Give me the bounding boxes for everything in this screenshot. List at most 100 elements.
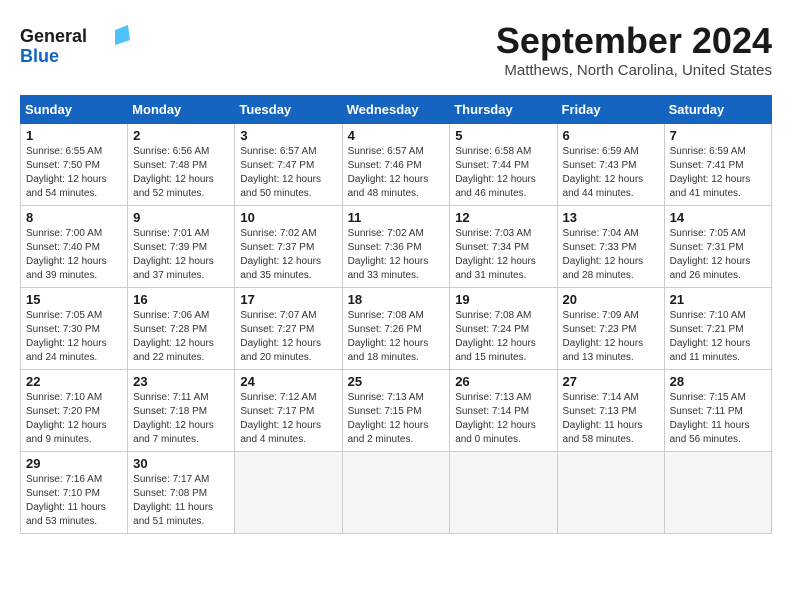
day-number: 4 xyxy=(348,128,445,143)
calendar-cell: 23 Sunrise: 7:11 AMSunset: 7:18 PMDayligh… xyxy=(128,370,235,452)
calendar-cell: 8 Sunrise: 7:00 AMSunset: 7:40 PMDaylight… xyxy=(21,206,128,288)
calendar-table: SundayMondayTuesdayWednesdayThursdayFrid… xyxy=(20,95,772,534)
calendar-cell: 27 Sunrise: 7:14 AMSunset: 7:13 PMDayligh… xyxy=(557,370,664,452)
day-number: 17 xyxy=(240,292,336,307)
day-detail: Sunrise: 7:10 AMSunset: 7:20 PMDaylight:… xyxy=(26,391,122,447)
calendar-cell: 30Sunrise: 7:17 AMSunset: 7:08 PMDayligh… xyxy=(128,452,235,534)
calendar-cell: 18 Sunrise: 7:08 AMSunset: 7:26 PMDayligh… xyxy=(342,288,450,370)
day-number: 2 xyxy=(133,128,229,143)
day-detail: Sunrise: 7:04 AMSunset: 7:33 PMDaylight:… xyxy=(563,227,659,283)
calendar-cell: 9Sunrise: 7:01 AMSunset: 7:39 PMDaylight… xyxy=(128,206,235,288)
day-number: 6 xyxy=(563,128,659,143)
day-detail: Sunrise: 6:59 AMSunset: 7:41 PMDaylight:… xyxy=(670,145,766,201)
calendar-cell: 10 Sunrise: 7:02 AMSunset: 7:37 PMDayligh… xyxy=(235,206,342,288)
calendar-cell xyxy=(450,452,557,534)
calendar-cell: 15 Sunrise: 7:05 AMSunset: 7:30 PMDayligh… xyxy=(21,288,128,370)
day-detail: Sunrise: 7:11 AMSunset: 7:18 PMDaylight:… xyxy=(133,391,229,447)
day-detail: Sunrise: 7:17 AMSunset: 7:08 PMDaylight:… xyxy=(133,473,229,529)
location: Matthews, North Carolina, United States xyxy=(496,62,772,79)
calendar-cell: 25Sunrise: 7:13 AMSunset: 7:15 PMDayligh… xyxy=(342,370,450,452)
day-detail: Sunrise: 6:56 AMSunset: 7:48 PMDaylight:… xyxy=(133,145,229,201)
calendar-cell: 2 Sunrise: 6:56 AMSunset: 7:48 PMDaylight… xyxy=(128,124,235,206)
day-detail: Sunrise: 7:08 AMSunset: 7:24 PMDaylight:… xyxy=(455,309,551,365)
calendar-week-row: 22 Sunrise: 7:10 AMSunset: 7:20 PMDayligh… xyxy=(21,370,772,452)
svg-text:Blue: Blue xyxy=(20,46,59,66)
calendar-cell: 7Sunrise: 6:59 AMSunset: 7:41 PMDaylight… xyxy=(664,124,771,206)
weekday-header: Sunday xyxy=(21,96,128,124)
calendar-cell: 29 Sunrise: 7:16 AMSunset: 7:10 PMDayligh… xyxy=(21,452,128,534)
day-detail: Sunrise: 7:01 AMSunset: 7:39 PMDaylight:… xyxy=(133,227,229,283)
calendar-week-row: 15 Sunrise: 7:05 AMSunset: 7:30 PMDayligh… xyxy=(21,288,772,370)
day-detail: Sunrise: 7:02 AMSunset: 7:36 PMDaylight:… xyxy=(348,227,445,283)
day-number: 24 xyxy=(240,374,336,389)
calendar-cell: 22 Sunrise: 7:10 AMSunset: 7:20 PMDayligh… xyxy=(21,370,128,452)
weekday-header: Thursday xyxy=(450,96,557,124)
calendar-cell: 20Sunrise: 7:09 AMSunset: 7:23 PMDayligh… xyxy=(557,288,664,370)
calendar-cell: 3 Sunrise: 6:57 AMSunset: 7:47 PMDaylight… xyxy=(235,124,342,206)
logo: General Blue xyxy=(20,20,130,70)
day-number: 19 xyxy=(455,292,551,307)
day-detail: Sunrise: 7:07 AMSunset: 7:27 PMDaylight:… xyxy=(240,309,336,365)
day-number: 5 xyxy=(455,128,551,143)
svg-text:General: General xyxy=(20,26,87,46)
day-number: 26 xyxy=(455,374,551,389)
day-number: 3 xyxy=(240,128,336,143)
calendar-cell xyxy=(557,452,664,534)
day-detail: Sunrise: 7:00 AMSunset: 7:40 PMDaylight:… xyxy=(26,227,122,283)
calendar-cell: 21 Sunrise: 7:10 AMSunset: 7:21 PMDayligh… xyxy=(664,288,771,370)
calendar-cell: 4Sunrise: 6:57 AMSunset: 7:46 PMDaylight… xyxy=(342,124,450,206)
day-number: 22 xyxy=(26,374,122,389)
day-number: 14 xyxy=(670,210,766,225)
calendar-cell: 28 Sunrise: 7:15 AMSunset: 7:11 PMDayligh… xyxy=(664,370,771,452)
day-detail: Sunrise: 7:08 AMSunset: 7:26 PMDaylight:… xyxy=(348,309,445,365)
calendar-week-row: 29 Sunrise: 7:16 AMSunset: 7:10 PMDayligh… xyxy=(21,452,772,534)
page-header: General Blue September 2024 Matthews, No… xyxy=(20,20,772,79)
calendar-cell: 11 Sunrise: 7:02 AMSunset: 7:36 PMDayligh… xyxy=(342,206,450,288)
day-detail: Sunrise: 7:05 AMSunset: 7:31 PMDaylight:… xyxy=(670,227,766,283)
day-number: 23 xyxy=(133,374,229,389)
calendar-cell: 13Sunrise: 7:04 AMSunset: 7:33 PMDayligh… xyxy=(557,206,664,288)
day-detail: Sunrise: 6:59 AMSunset: 7:43 PMDaylight:… xyxy=(563,145,659,201)
day-detail: Sunrise: 7:14 AMSunset: 7:13 PMDaylight:… xyxy=(563,391,659,447)
day-detail: Sunrise: 6:58 AMSunset: 7:44 PMDaylight:… xyxy=(455,145,551,201)
day-number: 29 xyxy=(26,456,122,471)
day-number: 8 xyxy=(26,210,122,225)
day-detail: Sunrise: 7:10 AMSunset: 7:21 PMDaylight:… xyxy=(670,309,766,365)
day-number: 18 xyxy=(348,292,445,307)
day-detail: Sunrise: 7:06 AMSunset: 7:28 PMDaylight:… xyxy=(133,309,229,365)
weekday-header: Tuesday xyxy=(235,96,342,124)
day-detail: Sunrise: 7:13 AMSunset: 7:14 PMDaylight:… xyxy=(455,391,551,447)
day-number: 25 xyxy=(348,374,445,389)
calendar-cell: 19 Sunrise: 7:08 AMSunset: 7:24 PMDayligh… xyxy=(450,288,557,370)
weekday-header: Wednesday xyxy=(342,96,450,124)
day-detail: Sunrise: 7:15 AMSunset: 7:11 PMDaylight:… xyxy=(670,391,766,447)
day-detail: Sunrise: 6:55 AMSunset: 7:50 PMDaylight:… xyxy=(26,145,122,201)
month-title: September 2024 xyxy=(496,20,772,62)
weekday-header: Monday xyxy=(128,96,235,124)
calendar-cell: 5 Sunrise: 6:58 AMSunset: 7:44 PMDaylight… xyxy=(450,124,557,206)
calendar-cell: 17 Sunrise: 7:07 AMSunset: 7:27 PMDayligh… xyxy=(235,288,342,370)
logo-svg: General Blue xyxy=(20,20,130,70)
weekday-header: Saturday xyxy=(664,96,771,124)
calendar-cell: 16Sunrise: 7:06 AMSunset: 7:28 PMDayligh… xyxy=(128,288,235,370)
day-number: 27 xyxy=(563,374,659,389)
calendar-cell xyxy=(664,452,771,534)
day-number: 15 xyxy=(26,292,122,307)
day-detail: Sunrise: 7:09 AMSunset: 7:23 PMDaylight:… xyxy=(563,309,659,365)
day-number: 11 xyxy=(348,210,445,225)
calendar-cell: 24Sunrise: 7:12 AMSunset: 7:17 PMDayligh… xyxy=(235,370,342,452)
day-number: 1 xyxy=(26,128,122,143)
day-number: 28 xyxy=(670,374,766,389)
day-number: 21 xyxy=(670,292,766,307)
calendar-header-row: SundayMondayTuesdayWednesdayThursdayFrid… xyxy=(21,96,772,124)
calendar-cell: 14 Sunrise: 7:05 AMSunset: 7:31 PMDayligh… xyxy=(664,206,771,288)
calendar-cell: 26 Sunrise: 7:13 AMSunset: 7:14 PMDayligh… xyxy=(450,370,557,452)
calendar-week-row: 1 Sunrise: 6:55 AMSunset: 7:50 PMDaylight… xyxy=(21,124,772,206)
day-detail: Sunrise: 7:16 AMSunset: 7:10 PMDaylight:… xyxy=(26,473,122,529)
day-detail: Sunrise: 7:05 AMSunset: 7:30 PMDaylight:… xyxy=(26,309,122,365)
calendar-cell xyxy=(235,452,342,534)
day-number: 10 xyxy=(240,210,336,225)
day-detail: Sunrise: 7:02 AMSunset: 7:37 PMDaylight:… xyxy=(240,227,336,283)
day-detail: Sunrise: 7:03 AMSunset: 7:34 PMDaylight:… xyxy=(455,227,551,283)
day-detail: Sunrise: 6:57 AMSunset: 7:47 PMDaylight:… xyxy=(240,145,336,201)
